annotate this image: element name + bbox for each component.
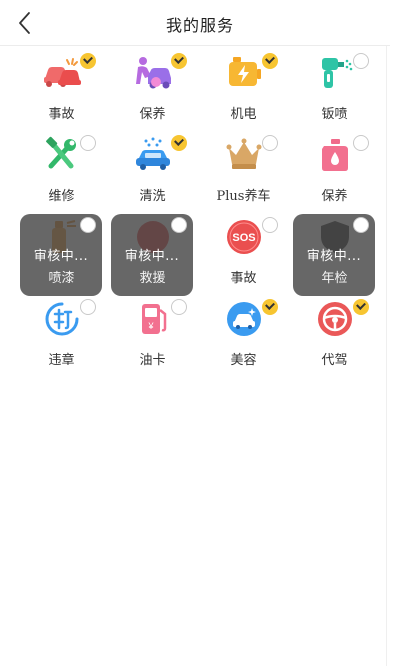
service-item-annual-inspection[interactable]: 审核中... 年检 xyxy=(289,212,380,296)
service-label: Plus养车 xyxy=(216,189,271,204)
service-label: 违章 xyxy=(48,353,75,368)
car-wash-icon xyxy=(134,136,172,174)
unselected-circle-icon xyxy=(353,53,369,69)
service-item-beauty[interactable]: 美容 xyxy=(198,294,289,376)
header-divider xyxy=(0,45,390,46)
service-item-accident[interactable]: 事故 xyxy=(16,48,107,130)
unselected-circle-icon xyxy=(353,135,369,151)
service-grid: 事故 保养 机电 钣喷 维修 清洗 Plus养车 保养 审核中... 喷漆 审核… xyxy=(16,48,380,376)
unselected-circle-icon xyxy=(80,135,96,151)
service-label: 保养 xyxy=(321,189,348,204)
service-label: 保养 xyxy=(139,107,166,122)
service-label: 美容 xyxy=(230,353,257,368)
header-bar: 我的服务 xyxy=(0,0,400,46)
service-item-maintenance-oil[interactable]: 保养 xyxy=(289,130,380,212)
unselected-circle-icon xyxy=(171,299,187,315)
service-label: 代驾 xyxy=(321,353,348,368)
service-item-wash[interactable]: 清洗 xyxy=(107,130,198,212)
service-label: 清洗 xyxy=(139,189,166,204)
selected-check-icon xyxy=(171,53,187,69)
reviewing-status: 审核中... xyxy=(124,249,180,264)
crown-icon xyxy=(225,136,263,174)
svg-text:¥: ¥ xyxy=(147,321,154,331)
unselected-circle-icon xyxy=(353,217,369,233)
oil-can-icon xyxy=(316,136,354,174)
fuel-card-icon: ¥ xyxy=(134,300,172,338)
unselected-circle-icon xyxy=(80,299,96,315)
selected-check-icon xyxy=(262,53,278,69)
service-label: 钣喷 xyxy=(321,107,348,122)
violation-icon xyxy=(43,300,81,338)
service-item-fuel-card[interactable]: ¥ 油卡 xyxy=(107,294,198,376)
selected-check-icon xyxy=(80,53,96,69)
right-divider xyxy=(386,46,387,666)
car-crash-icon xyxy=(43,54,81,92)
service-item-rescue[interactable]: 审核中... 救援 xyxy=(107,212,198,296)
spray-gun-icon xyxy=(316,54,354,92)
unselected-circle-icon xyxy=(262,135,278,151)
service-item-plus-care[interactable]: Plus养车 xyxy=(198,130,289,212)
service-label: 年检 xyxy=(321,271,348,286)
unselected-circle-icon xyxy=(171,217,187,233)
service-item-repair[interactable]: 维修 xyxy=(16,130,107,212)
service-label: 机电 xyxy=(230,107,257,122)
service-item-sheet-paint[interactable]: 钣喷 xyxy=(289,48,380,130)
page-title: 我的服务 xyxy=(165,16,234,35)
service-item-maintenance[interactable]: 保养 xyxy=(107,48,198,130)
service-label: 事故 xyxy=(48,107,75,122)
car-maintenance-icon xyxy=(134,54,172,92)
sos-icon: SOS xyxy=(225,218,263,256)
car-beauty-icon xyxy=(225,300,263,338)
service-item-accident-sos[interactable]: SOS 事故 xyxy=(198,212,289,294)
service-label: 喷漆 xyxy=(48,271,75,286)
reviewing-status: 审核中... xyxy=(306,249,362,264)
unselected-circle-icon xyxy=(80,217,96,233)
steering-wheel-icon xyxy=(316,300,354,338)
service-item-paint[interactable]: 审核中... 喷漆 xyxy=(16,212,107,296)
selected-check-icon xyxy=(262,299,278,315)
service-label: 油卡 xyxy=(139,353,166,368)
svg-text:SOS: SOS xyxy=(232,232,255,244)
service-item-violation[interactable]: 违章 xyxy=(16,294,107,376)
service-label: 维修 xyxy=(48,189,75,204)
service-label: 救援 xyxy=(139,271,166,286)
service-item-electromechanical[interactable]: 机电 xyxy=(198,48,289,130)
unselected-circle-icon xyxy=(262,217,278,233)
service-label: 事故 xyxy=(230,271,257,286)
selected-check-icon xyxy=(171,135,187,151)
reviewing-status: 审核中... xyxy=(33,249,89,264)
battery-icon xyxy=(225,54,263,92)
tools-icon xyxy=(43,136,81,174)
service-item-designated-driver[interactable]: 代驾 xyxy=(289,294,380,376)
selected-check-icon xyxy=(353,299,369,315)
